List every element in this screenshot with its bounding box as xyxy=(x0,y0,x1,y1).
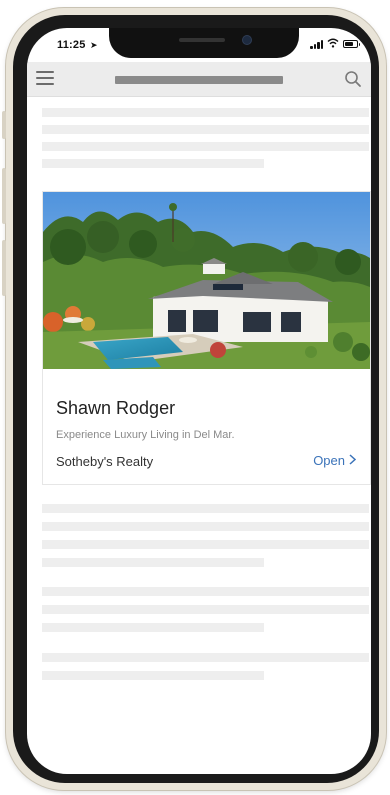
skeleton-line xyxy=(42,125,369,134)
skeleton-line xyxy=(42,108,369,117)
location-arrow-icon: ➤ xyxy=(90,40,98,50)
open-button-label: Open xyxy=(313,453,345,468)
skeleton-line xyxy=(42,142,369,151)
top-navbar xyxy=(27,62,371,97)
skeleton-line xyxy=(42,540,369,549)
silent-switch xyxy=(2,111,6,139)
skeleton-line xyxy=(42,504,369,513)
chevron-right-icon xyxy=(349,453,357,468)
search-icon[interactable] xyxy=(344,70,362,88)
skeleton-line xyxy=(42,671,264,680)
front-camera-icon xyxy=(243,36,251,44)
page-title-placeholder xyxy=(115,76,283,84)
volume-down-button xyxy=(2,240,6,296)
ad-title: Shawn Rodger xyxy=(56,398,176,418)
ad-subtitle: Experience Luxury Living in Del Mar. xyxy=(56,429,235,441)
cellular-signal-icon xyxy=(310,40,324,49)
skeleton-line xyxy=(42,653,369,662)
skeleton-line xyxy=(42,623,264,632)
skeleton-line xyxy=(42,587,369,596)
wifi-icon xyxy=(327,38,339,48)
skeleton-line xyxy=(42,522,369,531)
luxury-house-with-pool-photo xyxy=(43,192,370,369)
battery-icon xyxy=(343,40,360,48)
notch xyxy=(109,28,299,58)
ad-card[interactable]: Shawn Rodger Experience Luxury Living in… xyxy=(42,191,371,485)
speaker-grille xyxy=(179,38,225,42)
open-button[interactable]: Open xyxy=(313,453,357,468)
battery-level xyxy=(345,42,353,46)
skeleton-line xyxy=(42,558,264,567)
phone-screen: 11:25 ➤ Shawn Rodger Experience Luxury L… xyxy=(27,28,371,774)
volume-up-button xyxy=(2,168,6,224)
skeleton-line xyxy=(42,159,264,168)
status-time: 11:25 xyxy=(57,39,86,51)
skeleton-line xyxy=(42,605,369,614)
advertiser-name: Sotheby's Realty xyxy=(56,454,154,469)
hamburger-menu-icon[interactable] xyxy=(36,71,54,85)
